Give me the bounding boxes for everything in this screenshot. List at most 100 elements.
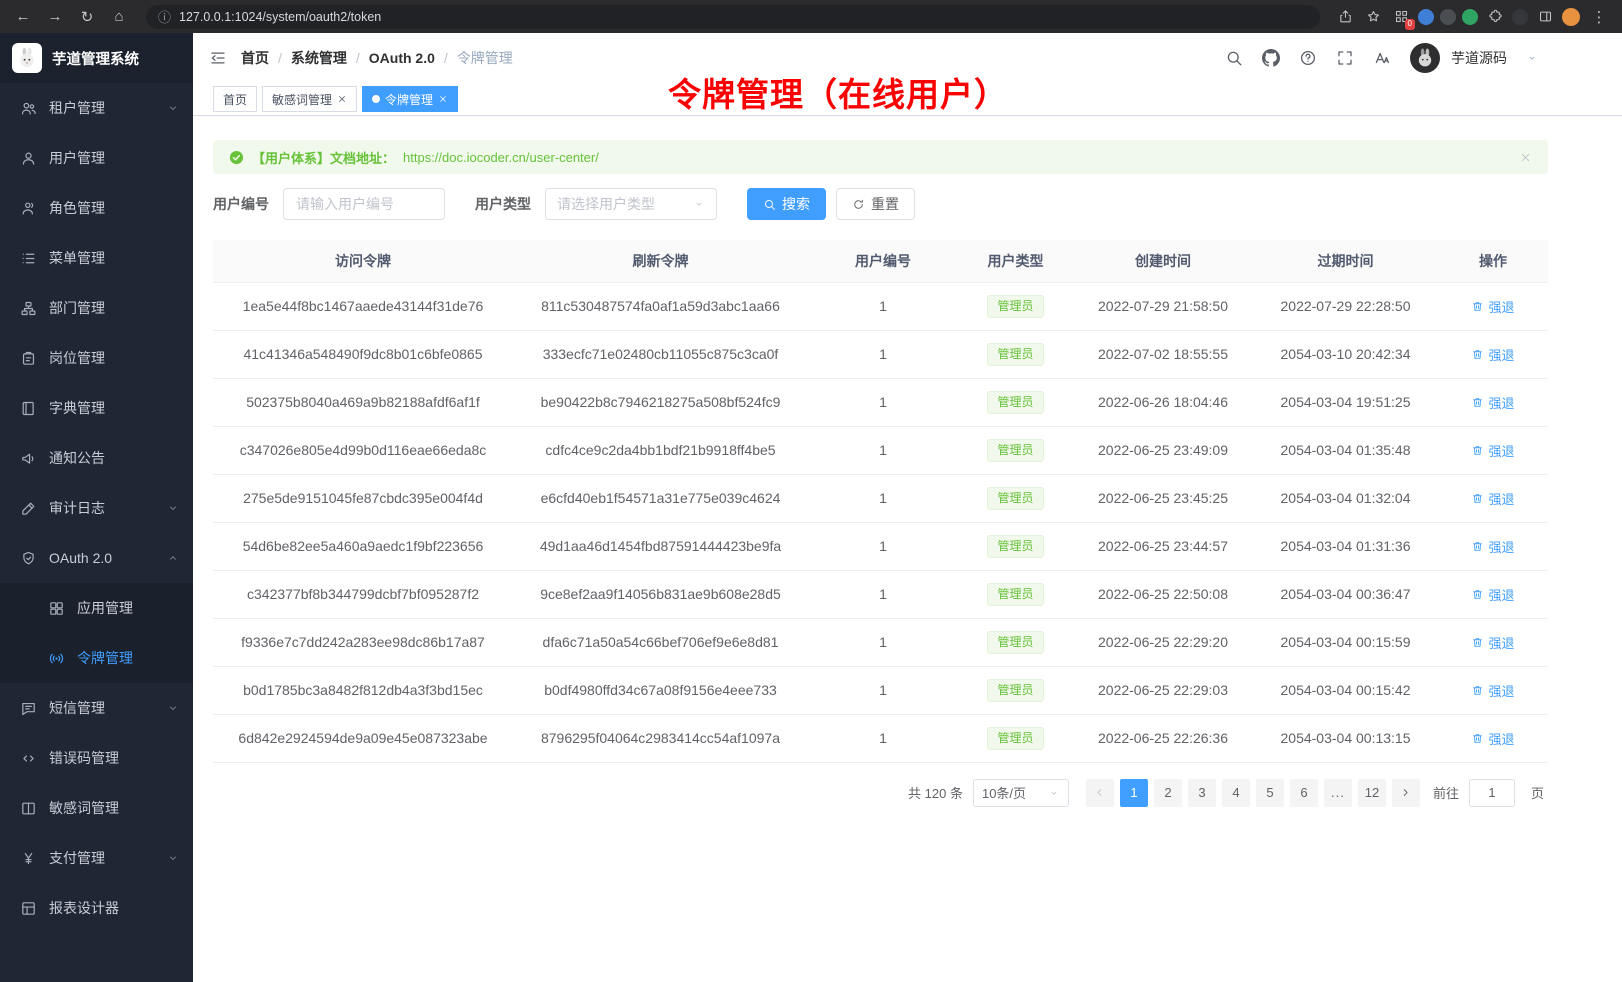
breadcrumb-item[interactable]: 系统管理 — [291, 48, 347, 68]
sidebar-item-pay[interactable]: 支付管理 — [0, 833, 193, 883]
table-row: 6d842e2924594de9a09e45e087323abe 8796295… — [213, 714, 1548, 762]
user-caret-icon[interactable] — [1526, 52, 1538, 64]
alert-close-icon[interactable] — [1519, 151, 1532, 164]
page-button[interactable]: 4 — [1222, 779, 1250, 807]
chevron-down-icon — [167, 502, 179, 514]
sidebar-item-tenant[interactable]: 租户管理 — [0, 83, 193, 133]
bookmark-star-icon[interactable] — [1362, 6, 1384, 28]
page-button[interactable]: 1 — [1120, 779, 1148, 807]
page-button[interactable]: 12 — [1358, 779, 1386, 807]
github-icon[interactable] — [1262, 49, 1280, 67]
extension-with-badge[interactable]: 0 — [1390, 6, 1412, 28]
table-row: c347026e805e4d99b0d116eae66eda8c cdfc4ce… — [213, 426, 1548, 474]
browser-profile-avatar[interactable] — [1562, 8, 1580, 26]
extension-icon-green[interactable] — [1462, 9, 1478, 25]
tab-close-icon[interactable] — [337, 94, 347, 104]
sidebar-item-user[interactable]: 用户管理 — [0, 133, 193, 183]
prev-page-button[interactable] — [1086, 779, 1114, 807]
tab-token[interactable]: 令牌管理 — [362, 86, 458, 112]
page-button[interactable]: 2 — [1154, 779, 1182, 807]
sidebar-item-notice[interactable]: 通知公告 — [0, 433, 193, 483]
back-button[interactable]: ← — [10, 5, 36, 29]
reset-button[interactable]: 重置 — [836, 188, 915, 220]
user-type-badge: 管理员 — [987, 439, 1043, 462]
extension-icon-blue[interactable] — [1418, 9, 1434, 25]
force-logout-button[interactable]: 强退 — [1471, 489, 1514, 508]
page-size-select[interactable]: 10条/页 — [973, 779, 1069, 807]
force-logout-button[interactable]: 强退 — [1471, 297, 1514, 316]
reload-button[interactable]: ↻ — [74, 5, 100, 29]
column-header: 访问令牌 — [213, 240, 513, 282]
sidebar-toggle-icon[interactable] — [1534, 6, 1556, 28]
docs-help-icon[interactable] — [1299, 49, 1317, 67]
force-logout-button[interactable]: 强退 — [1471, 441, 1514, 460]
sidebar-item-report[interactable]: 报表设计器 — [0, 883, 193, 933]
share-icon[interactable] — [1334, 6, 1356, 28]
sidebar-item-audit-log[interactable]: 审计日志 — [0, 483, 193, 533]
user-name[interactable]: 芋道源码 — [1451, 48, 1507, 68]
tab-sensitive-word[interactable]: 敏感词管理 — [262, 86, 357, 112]
breadcrumb-item[interactable]: 首页 — [241, 48, 269, 68]
force-logout-button[interactable]: 强退 — [1471, 537, 1514, 556]
sidebar-item-sms[interactable]: 短信管理 — [0, 683, 193, 733]
page-content: 【用户体系】文档地址： https://doc.iocoder.cn/user-… — [193, 116, 1622, 982]
page-button[interactable]: 6 — [1290, 779, 1318, 807]
user-id-cell: 1 — [808, 426, 958, 474]
force-logout-button[interactable]: 强退 — [1471, 729, 1514, 748]
refresh-token-cell: dfa6c71a50a54c66bef706ef9e6e8d81 — [513, 618, 808, 666]
user-id-cell: 1 — [808, 522, 958, 570]
browser-menu-icon[interactable]: ⋮ — [1586, 5, 1612, 29]
sidebar-item-oauth2[interactable]: OAuth 2.0 — [0, 533, 193, 583]
user-avatar[interactable] — [1410, 43, 1440, 73]
sidebar-item-post[interactable]: 岗位管理 — [0, 333, 193, 383]
breadcrumb-item[interactable]: OAuth 2.0 — [369, 50, 435, 66]
font-size-icon[interactable] — [1373, 49, 1391, 67]
fullscreen-icon[interactable] — [1336, 49, 1354, 67]
force-logout-button[interactable]: 强退 — [1471, 345, 1514, 364]
tab-close-icon[interactable] — [438, 94, 448, 104]
home-button[interactable]: ⌂ — [106, 5, 132, 29]
url-bar[interactable]: ⓘ 127.0.0.1:1024/system/oauth2/token — [146, 5, 1320, 29]
forward-button[interactable]: → — [42, 5, 68, 29]
breadcrumb-item[interactable]: 令牌管理 — [457, 48, 513, 68]
doc-link[interactable]: https://doc.iocoder.cn/user-center/ — [403, 150, 599, 165]
app-logo[interactable]: 芋道管理系统 — [0, 33, 193, 83]
next-page-button[interactable] — [1392, 779, 1420, 807]
sidebar-item-role[interactable]: 角色管理 — [0, 183, 193, 233]
column-header: 过期时间 — [1253, 240, 1438, 282]
sidebar-item-oauth2-token[interactable]: 令牌管理 — [0, 633, 193, 683]
table-row: 275e5de9151045fe87cbdc395e004f4d e6cfd40… — [213, 474, 1548, 522]
search-icon[interactable] — [1225, 49, 1243, 67]
force-logout-button[interactable]: 强退 — [1471, 633, 1514, 652]
chevron-down-icon — [167, 702, 179, 714]
search-button[interactable]: 搜索 — [747, 188, 826, 220]
sensitive-icon — [20, 800, 37, 817]
sidebar-item-dict[interactable]: 字典管理 — [0, 383, 193, 433]
extensions-puzzle-icon[interactable] — [1484, 6, 1506, 28]
refresh-token-cell: cdfc4ce9c2da4bb1bdf21b9918ff4be5 — [513, 426, 808, 474]
extension-icon-dark[interactable] — [1440, 9, 1456, 25]
collapse-sidebar-icon[interactable] — [209, 49, 227, 67]
sidebar-item-dept[interactable]: 部门管理 — [0, 283, 193, 333]
page-button[interactable]: ... — [1324, 779, 1352, 807]
created-time-cell: 2022-07-29 21:58:50 — [1073, 282, 1253, 330]
goto-page-input[interactable] — [1469, 779, 1515, 807]
site-info-icon[interactable]: ⓘ — [158, 7, 171, 26]
page-button[interactable]: 5 — [1256, 779, 1284, 807]
sidebar-item-error-code[interactable]: 错误码管理 — [0, 733, 193, 783]
pinned-extension-icon[interactable] — [1512, 9, 1528, 25]
sidebar-item-menu[interactable]: 菜单管理 — [0, 233, 193, 283]
force-logout-button[interactable]: 强退 — [1471, 681, 1514, 700]
org-tree-icon — [20, 300, 37, 317]
user-type-select[interactable]: 请选择用户类型 — [545, 188, 717, 220]
user-id-input[interactable] — [283, 188, 445, 220]
page-button[interactable]: 3 — [1188, 779, 1216, 807]
tab-home[interactable]: 首页 — [213, 86, 257, 112]
force-logout-button[interactable]: 强退 — [1471, 585, 1514, 604]
force-logout-button[interactable]: 强退 — [1471, 393, 1514, 412]
pay-icon — [20, 850, 37, 867]
sidebar-item-sensitive-word[interactable]: 敏感词管理 — [0, 783, 193, 833]
user-id-label: 用户编号 — [213, 194, 269, 214]
url-text[interactable]: 127.0.0.1:1024/system/oauth2/token — [179, 10, 381, 24]
sidebar-item-oauth2-app[interactable]: 应用管理 — [0, 583, 193, 633]
